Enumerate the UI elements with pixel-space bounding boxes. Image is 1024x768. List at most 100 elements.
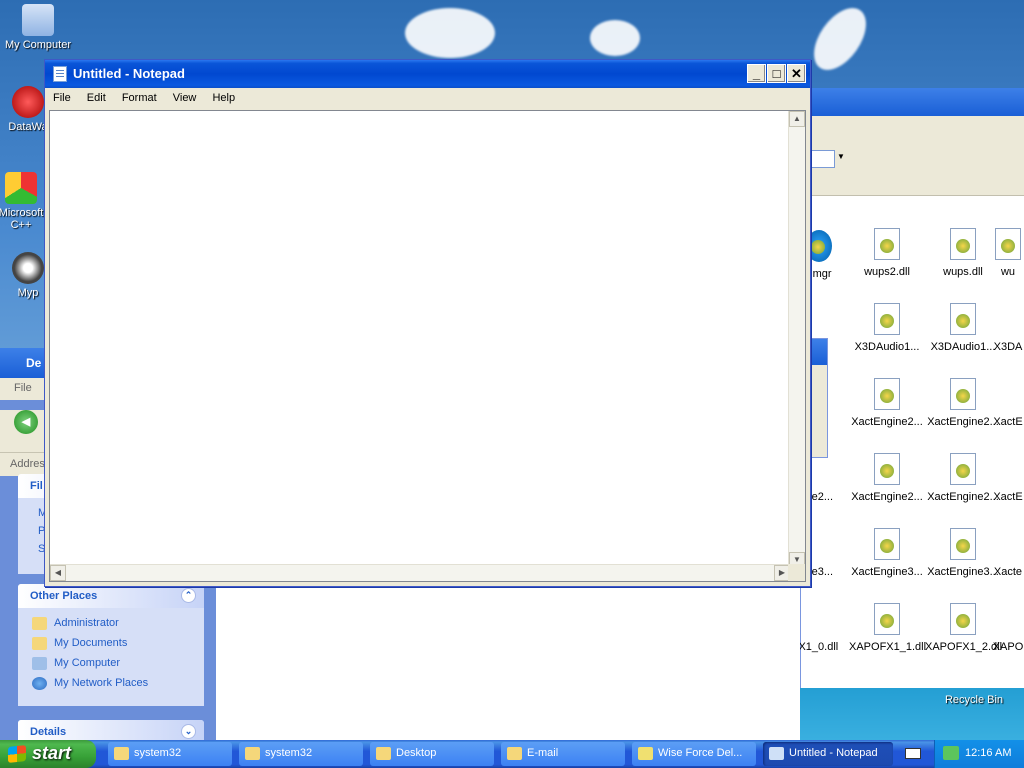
start-button[interactable]: start	[0, 740, 96, 768]
file-item[interactable]: XactEngine2...	[925, 378, 1001, 428]
file-item[interactable]: wups2.dll	[849, 228, 925, 278]
vertical-scrollbar[interactable]: ▲ ▼	[788, 111, 805, 568]
system-tray: 12:16 AM	[934, 740, 1024, 768]
chevron-down-icon[interactable]: ▼	[837, 152, 845, 161]
back-arrow-icon[interactable]: ◀	[14, 410, 38, 434]
file-label: wu	[1000, 266, 1016, 278]
dll-file-icon	[995, 228, 1021, 260]
taskbar-button-desktop[interactable]: Desktop	[370, 742, 494, 766]
file-item[interactable]: XactEngine3...	[849, 528, 925, 578]
scroll-left-button[interactable]: ◀	[50, 565, 66, 581]
notepad-icon	[53, 66, 67, 82]
dll-file-icon	[950, 228, 976, 260]
place-label: My Computer	[54, 657, 121, 669]
desktop-icon-my-computer[interactable]: My Computer	[0, 4, 76, 51]
file-label: XactEngine2...	[927, 416, 999, 428]
file-label: XactEngine3...	[851, 566, 923, 578]
file-item[interactable]: XactE	[991, 453, 1024, 503]
file-label: XAPOFX1_1.dll	[849, 641, 927, 653]
dll-file-icon	[950, 453, 976, 485]
taskbar: start system32 system32 Desktop E-mail W…	[0, 740, 1024, 768]
start-label: start	[32, 743, 72, 763]
minimize-button[interactable]: _	[747, 64, 766, 83]
file-item[interactable]: XactEngine3...	[925, 528, 1001, 578]
folder-icon	[245, 747, 260, 760]
menu-file[interactable]: File	[53, 92, 71, 104]
scroll-up-button[interactable]: ▲	[789, 111, 805, 127]
menu-view[interactable]: View	[173, 92, 197, 104]
place-my-documents[interactable]: My Documents	[18, 634, 204, 654]
other-places-header[interactable]: Other Places ⌃	[18, 584, 204, 608]
task-label: Untitled - Notepad	[789, 747, 878, 759]
file-item[interactable]: XactEngine2...	[925, 453, 1001, 503]
text-area-frame: ▲ ▼ ◀ ▶	[49, 110, 806, 582]
views-icon[interactable]	[811, 150, 835, 168]
dll-file-icon	[950, 303, 976, 335]
file-item[interactable]: wups.dll	[925, 228, 1001, 278]
file-label: XactE	[993, 416, 1023, 428]
file-item[interactable]: XAPOFX1_2.dll	[925, 603, 1002, 653]
taskbar-button-system32[interactable]: system32	[108, 742, 232, 766]
file-item[interactable]: XactE	[991, 378, 1024, 428]
file-label: XactEngine3...	[927, 566, 999, 578]
file-label: X3DAudio1...	[854, 341, 920, 353]
notepad-icon	[769, 747, 784, 760]
file-item[interactable]: XactEngine2...	[849, 378, 925, 428]
desktop-icon-label: My Computer	[4, 39, 72, 51]
details-panel: Details ⌄	[18, 720, 204, 744]
notepad-window[interactable]: Untitled - Notepad _ □ ✕ File Edit Forma…	[44, 59, 811, 587]
place-my-computer[interactable]: My Computer	[18, 654, 204, 674]
taskbar-button-notepad[interactable]: Untitled - Notepad	[763, 742, 893, 766]
clock[interactable]: 12:16 AM	[965, 747, 1011, 759]
file-label: X3DA	[993, 341, 1023, 353]
file-item[interactable]: wu	[991, 228, 1024, 278]
taskbar-button-email[interactable]: E-mail	[501, 742, 625, 766]
task-label: system32	[265, 747, 313, 759]
dialog-edge	[808, 338, 828, 458]
file-label: XactEngine2...	[927, 491, 999, 503]
network-tray-icon[interactable]	[943, 746, 959, 760]
file-item[interactable]: XactEngine2...	[849, 453, 925, 503]
horizontal-scrollbar[interactable]: ◀ ▶	[50, 564, 790, 581]
explorer-window-background[interactable]: ▼ dmgr wups2.dll wups.dll wu X3DAudio1..…	[778, 88, 1024, 688]
file-label: XAPO	[992, 641, 1024, 653]
file-item[interactable]: X3DAudio1...	[849, 303, 925, 353]
computer-icon	[32, 657, 47, 670]
file-item[interactable]: X3DA	[991, 303, 1024, 353]
eraser-icon	[638, 747, 653, 760]
maximize-button[interactable]: □	[767, 64, 786, 83]
windows-logo-icon	[8, 745, 26, 763]
close-button[interactable]: ✕	[787, 64, 806, 83]
panel-header-label: Other Places	[30, 590, 98, 602]
notepad-title-bar[interactable]: Untitled - Notepad _ □ ✕	[45, 60, 810, 88]
text-editor[interactable]	[50, 111, 788, 566]
file-item[interactable]: XAPO	[991, 603, 1024, 653]
chevron-up-icon[interactable]: ⌃	[181, 588, 196, 603]
place-label: My Network Places	[54, 677, 149, 689]
desktop-icon-recycle-bin[interactable]: Recycle Bin	[936, 694, 1012, 706]
menu-format[interactable]: Format	[122, 92, 157, 104]
place-label: My Documents	[54, 637, 128, 649]
dll-file-icon	[874, 303, 900, 335]
menu-help[interactable]: Help	[212, 92, 235, 104]
network-icon	[32, 677, 47, 690]
panel-header-label: Details	[30, 726, 67, 738]
folder-icon	[32, 637, 47, 650]
taskbar-button-wise-force-deleter[interactable]: Wise Force Del...	[632, 742, 756, 766]
file-item[interactable]: XAPOFX1_1.dll	[849, 603, 927, 653]
file-label: wups.dll	[943, 266, 983, 278]
file-item[interactable]: Xacte	[991, 528, 1024, 578]
dll-file-icon	[874, 228, 900, 260]
place-administrator[interactable]: Administrator	[18, 614, 204, 634]
explorer-file-area[interactable]	[216, 588, 800, 740]
menu-edit[interactable]: Edit	[87, 92, 106, 104]
dll-file-icon	[950, 603, 976, 635]
dll-file-icon	[874, 453, 900, 485]
place-my-network-places[interactable]: My Network Places	[18, 674, 204, 694]
file-item[interactable]: X3DAudio1...	[925, 303, 1001, 353]
taskbar-button-system32-2[interactable]: system32	[239, 742, 363, 766]
keyboard-icon[interactable]	[898, 742, 928, 766]
chevron-down-icon[interactable]: ⌄	[181, 724, 196, 739]
resize-grip[interactable]	[788, 564, 805, 581]
datawa-icon	[12, 86, 44, 118]
